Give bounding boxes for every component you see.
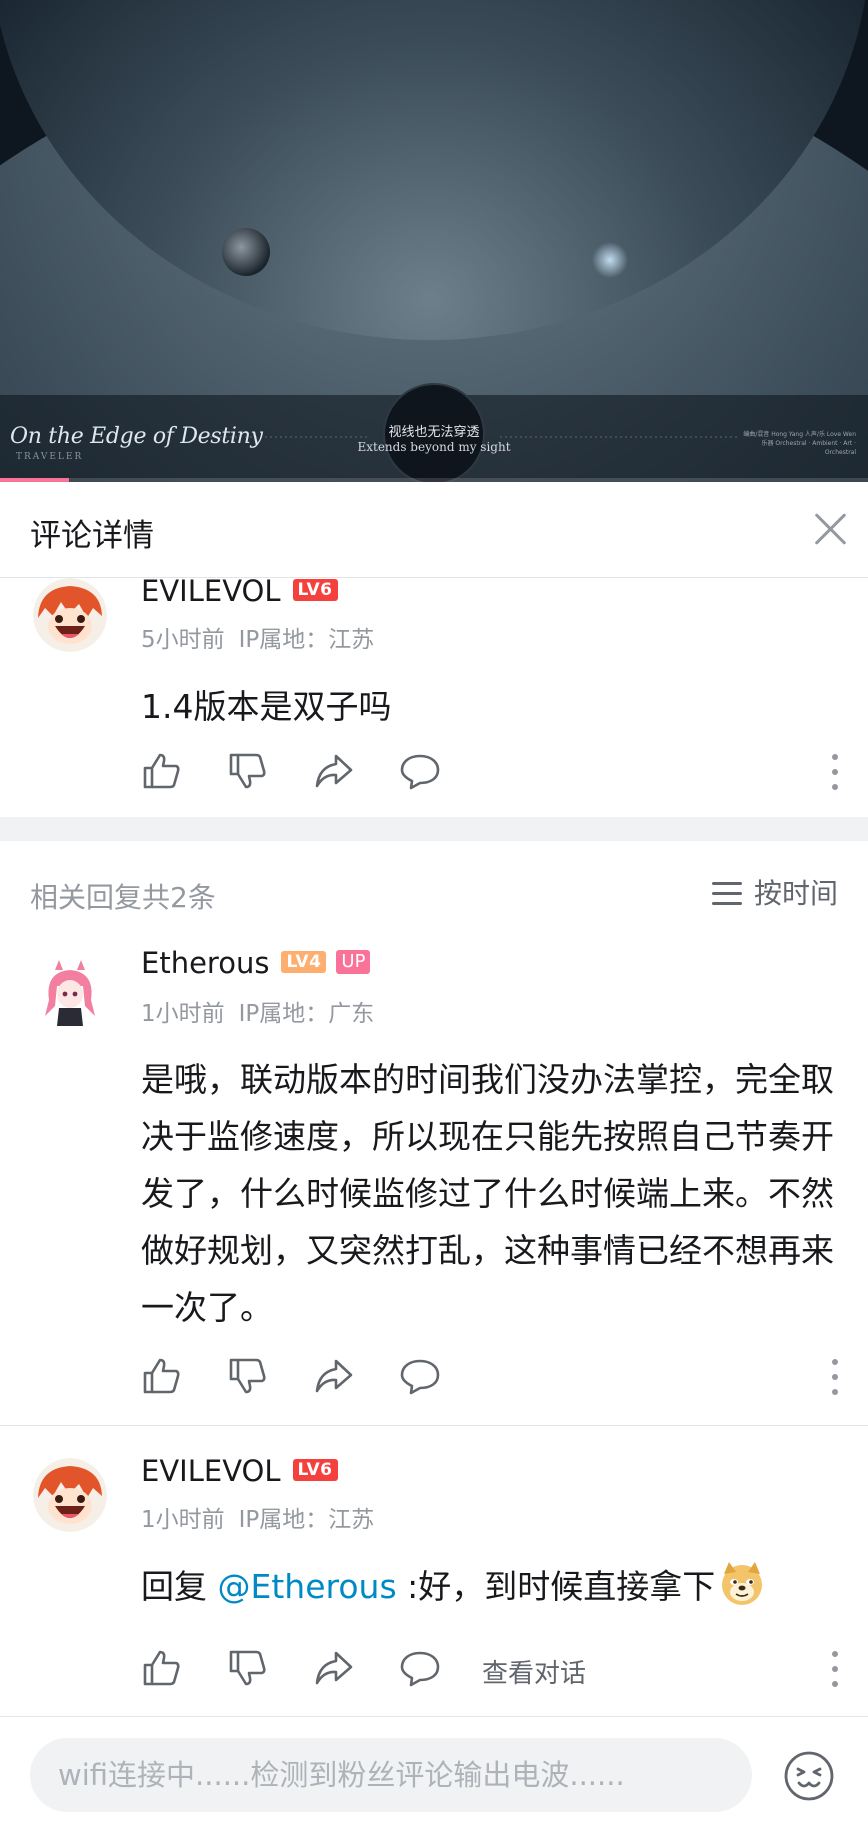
comment-content: 是哦，联动版本的时间我们没办法掌控，完全取决于监修速度，所以现在只能先按照自己节… xyxy=(141,1060,834,1327)
mention-link[interactable]: @Etherous xyxy=(218,1567,397,1606)
reply-input-bar xyxy=(0,1716,868,1835)
reply-separator xyxy=(0,1425,868,1426)
level-badge: LV6 xyxy=(292,1459,338,1481)
more-options-icon[interactable] xyxy=(829,1359,841,1395)
avatar-evilevol-image xyxy=(33,1458,107,1532)
replies-header: 相关回复共2条 按时间 xyxy=(0,870,868,918)
close-icon[interactable] xyxy=(810,508,850,548)
up-badge: UP xyxy=(336,950,371,974)
video-song-subtitle: TRAVELER xyxy=(16,452,84,462)
comment-ip: IP属地：江苏 xyxy=(238,627,375,653)
sort-button[interactable]: 按时间 xyxy=(711,874,838,914)
comment-actions xyxy=(141,750,841,794)
comment-time: 1小时前 xyxy=(141,1507,225,1533)
more-options-icon[interactable] xyxy=(829,754,841,790)
doge-emoji-icon xyxy=(719,1560,765,1606)
video-frame xyxy=(0,0,868,482)
comment-meta: 1小时前 IP属地：江苏 xyxy=(141,1500,374,1534)
root-comment: EVILEVOL LV6 5小时前 IP属地：江苏 1.4版本是双子吗 xyxy=(0,574,868,817)
comment-meta: 1小时前 IP属地：广东 xyxy=(141,994,374,1028)
level-badge: LV4 xyxy=(281,951,327,973)
comment-time: 5小时前 xyxy=(141,627,225,653)
reply-item: EVILEVOL LV6 1小时前 IP属地：江苏 回复 @Etherous :好，… xyxy=(0,1454,868,1708)
comment-username[interactable]: EVILEVOL LV6 xyxy=(141,574,338,608)
more-options-icon[interactable] xyxy=(829,1651,841,1687)
comment-username[interactable]: EVILEVOL LV6 xyxy=(141,1454,338,1488)
like-icon[interactable] xyxy=(141,1647,183,1689)
page-title: 评论详情 xyxy=(30,518,154,554)
sort-label: 按时间 xyxy=(753,877,838,910)
comment-time: 1小时前 xyxy=(141,1001,225,1027)
comment-content: 1.4版本是双子吗 xyxy=(141,687,392,726)
comment-meta: 5小时前 IP属地：江苏 xyxy=(141,620,374,654)
reply-prefix: 回复 xyxy=(141,1567,218,1606)
comment-actions xyxy=(141,1355,841,1399)
avatar[interactable] xyxy=(33,1458,107,1532)
reply-icon[interactable] xyxy=(399,1647,441,1689)
video-lyric-cn: 视线也无法穿透 xyxy=(388,425,480,440)
avatar-evilevol-image xyxy=(33,578,107,652)
level-badge: LV6 xyxy=(292,579,338,601)
comment-detail-header: 评论详情 xyxy=(0,482,868,578)
reply-icon[interactable] xyxy=(399,750,441,792)
section-divider xyxy=(0,817,868,841)
share-icon[interactable] xyxy=(313,750,355,792)
video-lyric-en: Extends beyond my sight xyxy=(357,440,511,454)
reply-icon[interactable] xyxy=(399,1355,441,1397)
share-icon[interactable] xyxy=(313,1647,355,1689)
avatar[interactable] xyxy=(33,578,107,652)
reply-item: Etherous LV4 UP 1小时前 IP属地：广东 是哦，联动版本的时间我们没办… xyxy=(0,946,868,1422)
avatar[interactable] xyxy=(33,956,107,1030)
video-song-title: On the Edge of Destiny xyxy=(10,424,263,449)
dislike-icon[interactable] xyxy=(227,1647,269,1689)
comment-ip: IP属地：广东 xyxy=(238,1001,375,1027)
comment-content: 回复 @Etherous :好，到时候直接拿下 xyxy=(141,1558,841,1615)
emoji-icon[interactable] xyxy=(783,1750,835,1802)
username-text[interactable]: EVILEVOL xyxy=(141,1454,281,1488)
username-text[interactable]: EVILEVOL xyxy=(141,574,281,608)
video-credits: 编曲/混音 Hong Yang 人声/乐 Love Wen 乐器 Orchest… xyxy=(743,431,856,456)
reply-input[interactable] xyxy=(30,1738,752,1812)
comment-ip: IP属地：江苏 xyxy=(238,1507,375,1533)
like-icon[interactable] xyxy=(141,1355,183,1397)
dislike-icon[interactable] xyxy=(227,1355,269,1397)
username-text[interactable]: Etherous xyxy=(141,946,269,980)
comment-actions: 查看对话 xyxy=(141,1647,841,1691)
reply-count: 相关回复共2条 xyxy=(30,881,216,914)
comment-username[interactable]: Etherous LV4 UP xyxy=(141,946,371,980)
avatar-etherous-image xyxy=(33,956,107,1030)
dislike-icon[interactable] xyxy=(227,750,269,792)
video-player[interactable]: On the Edge of Destiny TRAVELER 视线也无法穿透 … xyxy=(0,0,868,482)
share-icon[interactable] xyxy=(313,1355,355,1397)
view-conversation-link[interactable]: 查看对话 xyxy=(482,1653,586,1690)
reply-text: :好，到时候直接拿下 xyxy=(396,1567,716,1606)
like-icon[interactable] xyxy=(141,750,183,792)
